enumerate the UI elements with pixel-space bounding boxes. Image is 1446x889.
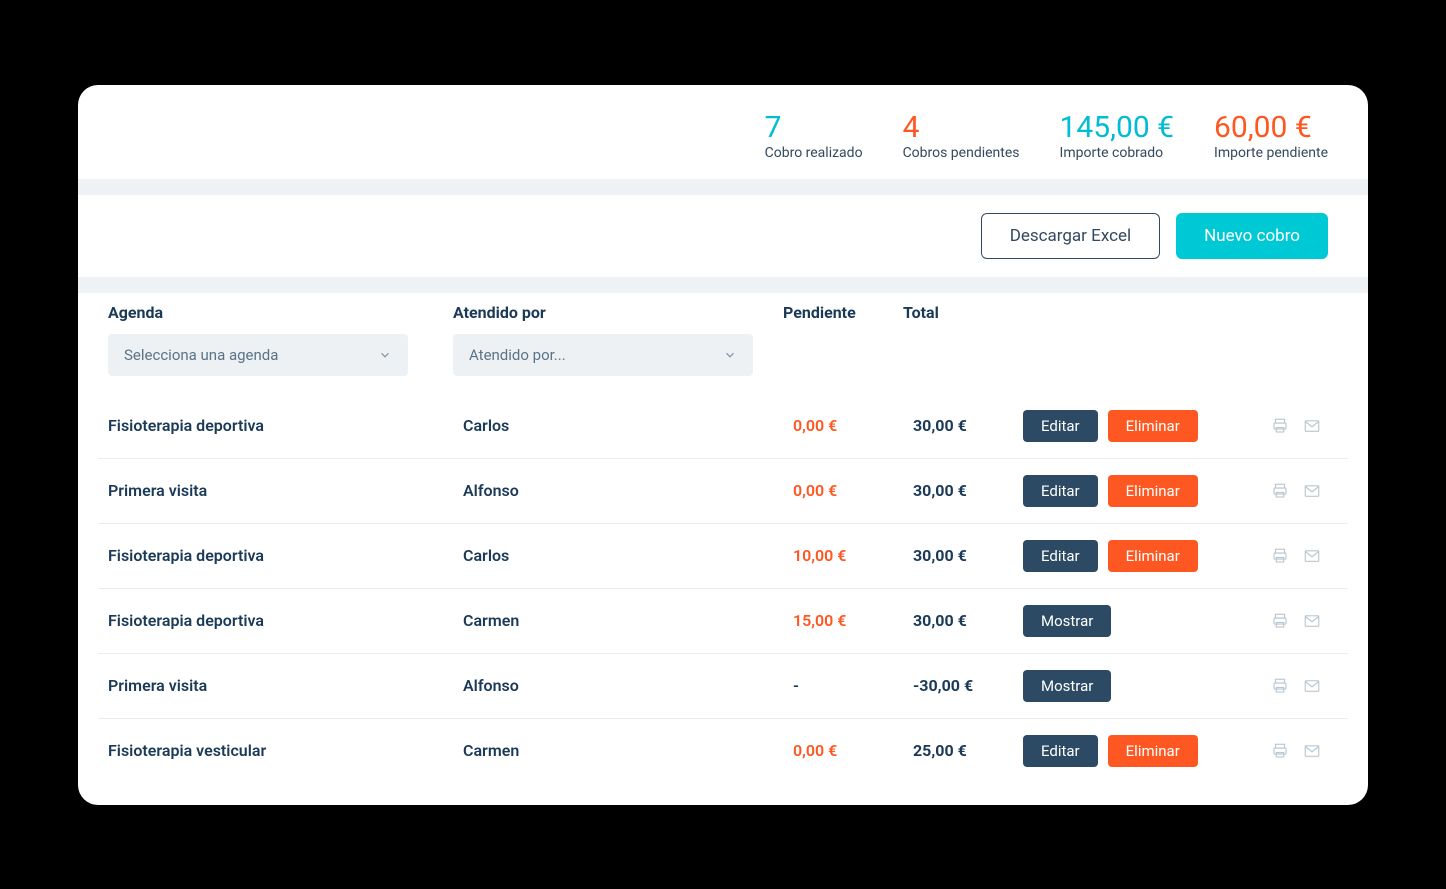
divider: [78, 179, 1368, 195]
cell-total: 30,00 €: [913, 611, 1023, 630]
summary-bar: 7 Cobro realizado 4 Cobros pendientes 14…: [78, 85, 1368, 179]
edit-button[interactable]: Editar: [1023, 410, 1098, 442]
summary-value: 7: [765, 113, 863, 143]
summary-cobro-realizado: 7 Cobro realizado: [765, 113, 863, 161]
edit-button[interactable]: Editar: [1023, 735, 1098, 767]
mail-icon[interactable]: [1301, 677, 1323, 695]
print-icon[interactable]: [1269, 482, 1291, 500]
atendido-filter-label: Atendido por: [453, 303, 783, 322]
print-icon[interactable]: [1269, 742, 1291, 760]
cell-actions: Editar Eliminar: [1023, 540, 1243, 572]
cell-icons: [1243, 547, 1323, 565]
header-total: Total: [903, 303, 1013, 322]
mail-icon[interactable]: [1301, 612, 1323, 630]
summary-value: 4: [903, 113, 1020, 143]
payments-panel: 7 Cobro realizado 4 Cobros pendientes 14…: [78, 85, 1368, 805]
delete-button[interactable]: Eliminar: [1108, 540, 1198, 572]
agenda-select[interactable]: Selecciona una agenda: [108, 334, 408, 376]
summary-label: Cobro realizado: [765, 145, 863, 161]
cell-total: 30,00 €: [913, 546, 1023, 565]
summary-label: Cobros pendientes: [903, 145, 1020, 161]
cell-atendido: Carmen: [463, 741, 793, 760]
delete-button[interactable]: Eliminar: [1108, 475, 1198, 507]
summary-label: Importe pendiente: [1214, 145, 1328, 161]
cell-total: 25,00 €: [913, 741, 1023, 760]
table-row: Fisioterapia deportivaCarmen15,00 €30,00…: [98, 589, 1348, 654]
cell-icons: [1243, 742, 1323, 760]
cell-atendido: Carmen: [463, 611, 793, 630]
cell-agenda: Fisioterapia deportiva: [108, 416, 463, 435]
show-button[interactable]: Mostrar: [1023, 605, 1111, 637]
cell-total: 30,00 €: [913, 416, 1023, 435]
cell-icons: [1243, 482, 1323, 500]
cell-agenda: Fisioterapia vesticular: [108, 741, 463, 760]
cell-atendido: Carlos: [463, 416, 793, 435]
cell-pendiente: 15,00 €: [793, 611, 913, 630]
table-row: Fisioterapia deportivaCarlos10,00 €30,00…: [98, 524, 1348, 589]
cell-pendiente: 0,00 €: [793, 481, 913, 500]
delete-button[interactable]: Eliminar: [1108, 410, 1198, 442]
print-icon[interactable]: [1269, 547, 1291, 565]
cell-pendiente: 10,00 €: [793, 546, 913, 565]
cell-pendiente: 0,00 €: [793, 416, 913, 435]
agenda-select-placeholder: Selecciona una agenda: [124, 346, 278, 364]
cell-agenda: Fisioterapia deportiva: [108, 611, 463, 630]
cell-atendido: Alfonso: [463, 481, 793, 500]
show-button[interactable]: Mostrar: [1023, 670, 1111, 702]
print-icon[interactable]: [1269, 417, 1291, 435]
agenda-filter-label: Agenda: [108, 303, 453, 322]
divider: [78, 277, 1368, 293]
cell-agenda: Primera visita: [108, 676, 463, 695]
cell-icons: [1243, 677, 1323, 695]
atendido-select[interactable]: Atendido por...: [453, 334, 753, 376]
cell-icons: [1243, 417, 1323, 435]
cell-actions: Mostrar: [1023, 605, 1243, 637]
delete-button[interactable]: Eliminar: [1108, 735, 1198, 767]
cell-icons: [1243, 612, 1323, 630]
cell-actions: Editar Eliminar: [1023, 410, 1243, 442]
chevron-down-icon: [378, 348, 392, 362]
summary-importe-cobrado: 145,00 € Importe cobrado: [1060, 113, 1175, 161]
cell-pendiente: -: [793, 676, 913, 695]
chevron-down-icon: [723, 348, 737, 362]
mail-icon[interactable]: [1301, 742, 1323, 760]
cell-agenda: Primera visita: [108, 481, 463, 500]
cell-atendido: Carlos: [463, 546, 793, 565]
summary-cobros-pendientes: 4 Cobros pendientes: [903, 113, 1020, 161]
table-row: Primera visitaAlfonso0,00 €30,00 €Editar…: [98, 459, 1348, 524]
cell-pendiente: 0,00 €: [793, 741, 913, 760]
summary-label: Importe cobrado: [1060, 145, 1175, 161]
print-icon[interactable]: [1269, 677, 1291, 695]
cell-total: 30,00 €: [913, 481, 1023, 500]
summary-value: 60,00 €: [1214, 113, 1328, 143]
table-row: Primera visitaAlfonso--30,00 €Mostrar: [98, 654, 1348, 719]
edit-button[interactable]: Editar: [1023, 540, 1098, 572]
table-row: Fisioterapia vesticularCarmen0,00 €25,00…: [98, 719, 1348, 783]
cell-actions: Editar Eliminar: [1023, 475, 1243, 507]
print-icon[interactable]: [1269, 612, 1291, 630]
actions-bar: Descargar Excel Nuevo cobro: [78, 195, 1368, 277]
cell-agenda: Fisioterapia deportiva: [108, 546, 463, 565]
edit-button[interactable]: Editar: [1023, 475, 1098, 507]
summary-value: 145,00 €: [1060, 113, 1175, 143]
mail-icon[interactable]: [1301, 482, 1323, 500]
cell-actions: Mostrar: [1023, 670, 1243, 702]
table-row: Fisioterapia deportivaCarlos0,00 €30,00 …: [98, 394, 1348, 459]
new-payment-button[interactable]: Nuevo cobro: [1176, 213, 1328, 259]
download-excel-button[interactable]: Descargar Excel: [981, 213, 1160, 259]
cell-total: -30,00 €: [913, 676, 1023, 695]
mail-icon[interactable]: [1301, 417, 1323, 435]
filters-row: Agenda Selecciona una agenda Atendido po…: [78, 293, 1368, 394]
header-pendiente: Pendiente: [783, 303, 903, 322]
atendido-select-placeholder: Atendido por...: [469, 346, 566, 364]
mail-icon[interactable]: [1301, 547, 1323, 565]
summary-importe-pendiente: 60,00 € Importe pendiente: [1214, 113, 1328, 161]
cell-actions: Editar Eliminar: [1023, 735, 1243, 767]
payments-table: Fisioterapia deportivaCarlos0,00 €30,00 …: [78, 394, 1368, 783]
cell-atendido: Alfonso: [463, 676, 793, 695]
